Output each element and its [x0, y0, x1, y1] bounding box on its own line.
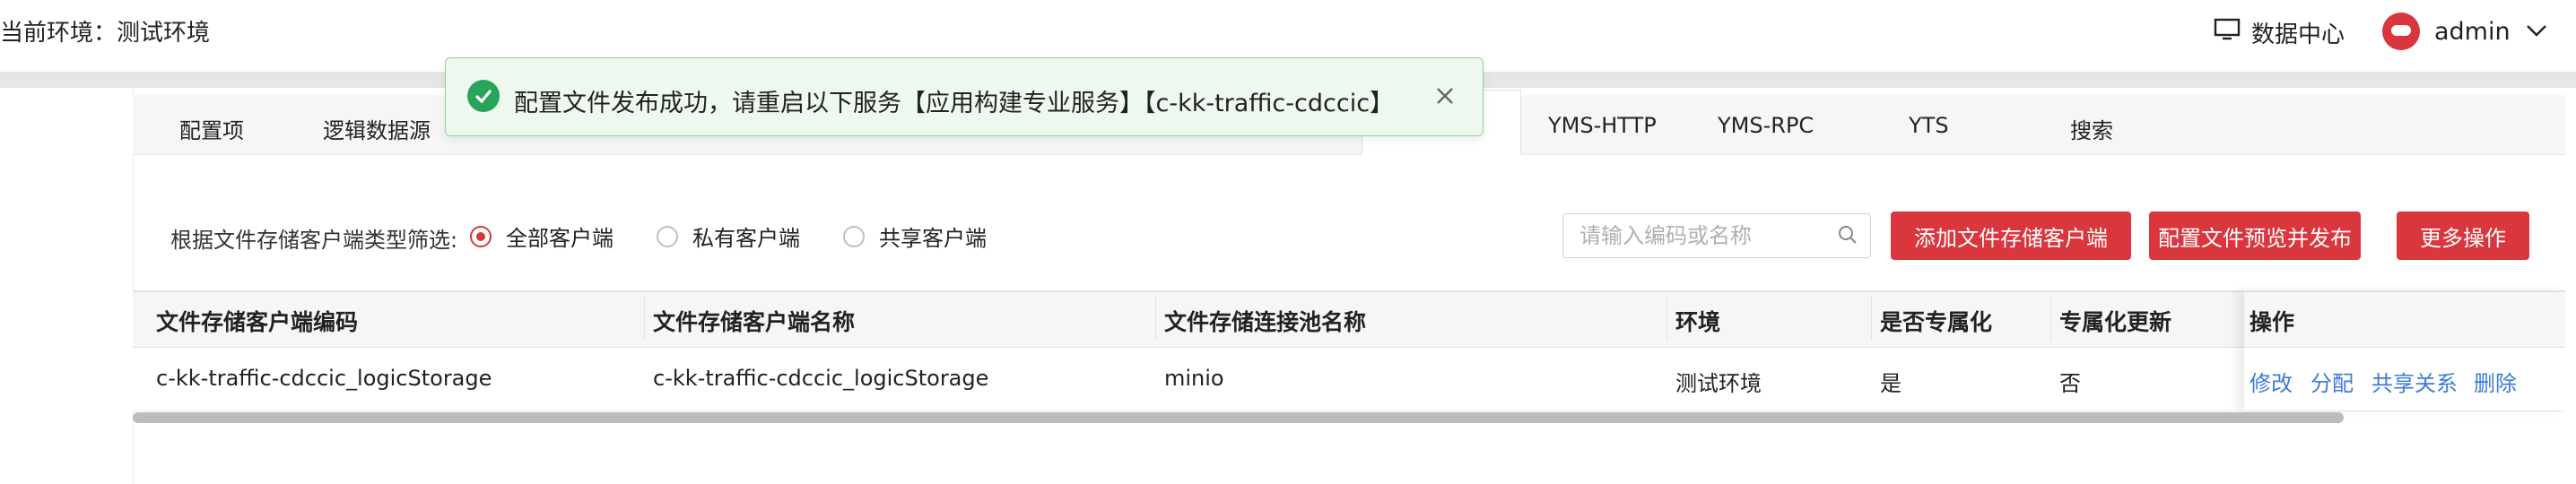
tab-yms-http[interactable]: YMS-HTTP	[1548, 113, 1657, 138]
radio-all-clients[interactable]: 全部客户端	[470, 220, 614, 252]
column-divider[interactable]	[1155, 296, 1156, 341]
horizontal-scrollbar[interactable]	[133, 412, 2344, 423]
column-header-exclusive-update: 专属化更新	[2059, 309, 2172, 335]
avatar	[2382, 13, 2420, 50]
datacenter-label: 数据中心	[2251, 22, 2345, 48]
check-circle-icon	[467, 80, 500, 112]
radio-dot	[843, 225, 865, 247]
column-header-name: 文件存储客户端名称	[653, 309, 856, 335]
radio-private-clients[interactable]: 私有客户端	[657, 220, 800, 252]
user-menu[interactable]: admin	[2382, 13, 2548, 50]
tab-logic-datasource[interactable]: 逻辑数据源	[323, 113, 431, 144]
cell-name: c-kk-traffic-cdccic_logicStorage	[653, 366, 989, 391]
add-storage-client-button[interactable]: 添加文件存储客户端	[1891, 212, 2131, 260]
search-box	[1562, 213, 1871, 258]
cell-env: 测试环境	[1675, 371, 1762, 396]
tab-yms-rpc[interactable]: YMS-RPC	[1718, 113, 1814, 138]
radio-shared-clients[interactable]: 共享客户端	[843, 220, 987, 252]
filter-label: 根据文件存储客户端类型筛选:	[170, 228, 458, 253]
tab-config-items[interactable]: 配置项	[179, 113, 244, 144]
toast-message: 配置文件发布成功，请重启以下服务【应用构建专业服务】【c-kk-traffic-…	[514, 90, 1395, 117]
cell-pool: minio	[1164, 366, 1224, 391]
cell-code: c-kk-traffic-cdccic_logicStorage	[156, 366, 492, 391]
datacenter-menu[interactable]: 数据中心	[2214, 16, 2345, 49]
monitor-icon	[2214, 18, 2241, 48]
column-header-pool: 文件存储连接池名称	[1164, 309, 1367, 335]
radio-label: 共享客户端	[879, 226, 987, 251]
cell-exclusive: 是	[1880, 371, 1902, 396]
edit-link[interactable]: 修改	[2250, 366, 2293, 397]
radio-dot	[657, 225, 678, 247]
close-icon[interactable]	[1431, 82, 1459, 110]
chevron-down-icon	[2525, 18, 2548, 46]
column-header-code: 文件存储客户端编码	[156, 309, 359, 335]
column-header-operations: 操作	[2250, 309, 2295, 335]
username: admin	[2434, 17, 2511, 46]
search-icon[interactable]	[1838, 225, 1858, 245]
column-divider[interactable]	[2050, 296, 2051, 341]
success-toast: 配置文件发布成功，请重启以下服务【应用构建专业服务】【c-kk-traffic-…	[445, 57, 1484, 136]
column-header-exclusive: 是否专属化	[1880, 309, 1993, 335]
delete-link[interactable]: 删除	[2474, 366, 2517, 397]
column-divider[interactable]	[1871, 296, 1872, 341]
radio-label: 全部客户端	[506, 226, 614, 251]
column-divider[interactable]	[644, 296, 645, 341]
radio-label: 私有客户端	[692, 226, 800, 251]
preview-publish-button[interactable]: 配置文件预览并发布	[2149, 212, 2361, 260]
left-blank-area	[0, 88, 133, 484]
column-header-env: 环境	[1675, 309, 1721, 335]
table-row	[133, 348, 2565, 411]
assign-link[interactable]: 分配	[2311, 366, 2354, 397]
more-actions-button[interactable]: 更多操作	[2397, 212, 2529, 260]
current-environment: 当前环境：测试环境	[0, 20, 211, 47]
cell-exclusive-update: 否	[2059, 371, 2081, 396]
share-relation-link[interactable]: 共享关系	[2371, 366, 2458, 397]
tab-search[interactable]: 搜索	[2070, 113, 2113, 144]
search-input[interactable]	[1578, 214, 1832, 257]
tab-yts[interactable]: YTS	[1909, 113, 1949, 138]
radio-dot	[470, 225, 492, 247]
